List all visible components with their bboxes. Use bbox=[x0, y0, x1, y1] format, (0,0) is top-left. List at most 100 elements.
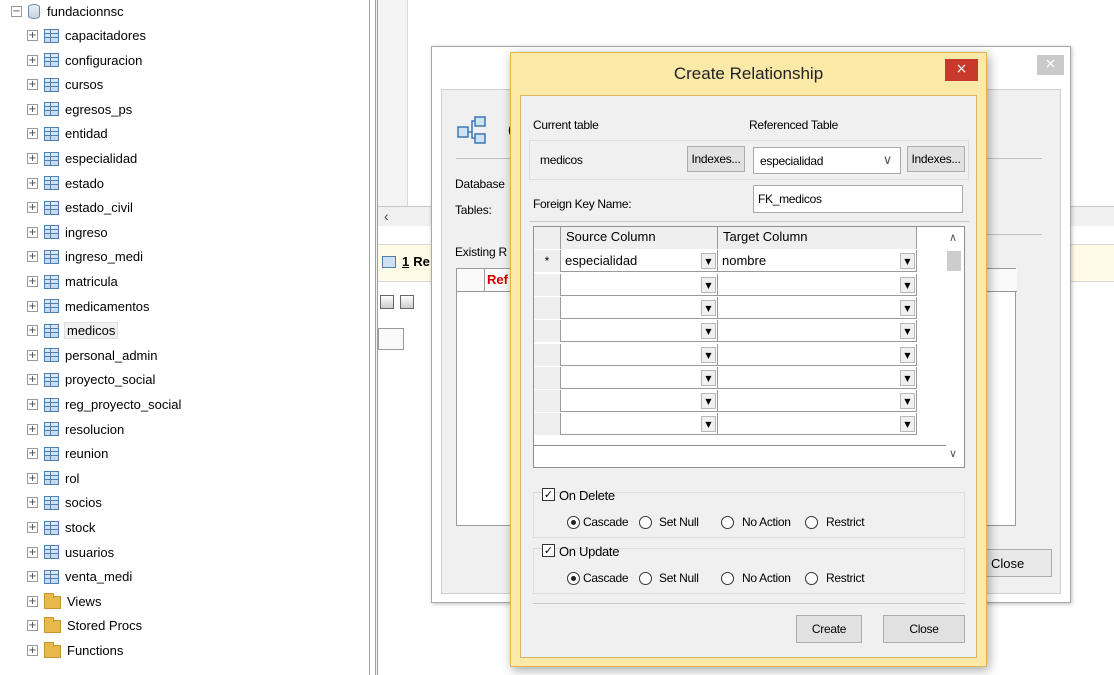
dropdown-arrow-icon[interactable]: ▼ bbox=[701, 416, 716, 433]
source-column-cell[interactable]: ▼ bbox=[561, 320, 718, 343]
row-selector[interactable] bbox=[534, 296, 561, 319]
expand-icon[interactable]: + bbox=[27, 54, 38, 66]
expand-icon[interactable]: + bbox=[27, 251, 38, 263]
dropdown-arrow-icon[interactable]: ▼ bbox=[900, 416, 915, 433]
dropdown-arrow-icon[interactable]: ▼ bbox=[701, 369, 716, 386]
expand-icon[interactable]: + bbox=[27, 546, 38, 558]
expand-icon[interactable]: + bbox=[27, 103, 38, 115]
expand-icon[interactable]: + bbox=[27, 202, 38, 214]
source-column-cell[interactable]: especialidad ▼ bbox=[561, 250, 718, 273]
expand-icon[interactable]: + bbox=[27, 153, 38, 164]
dropdown-arrow-icon[interactable]: ▼ bbox=[900, 323, 915, 340]
tree-item-table[interactable]: + egresos_ps bbox=[27, 97, 132, 122]
tree-item-table[interactable]: + proyecto_social bbox=[27, 367, 155, 392]
expand-icon[interactable]: + bbox=[27, 128, 38, 140]
export-icon[interactable] bbox=[380, 295, 394, 309]
tree-item-table[interactable]: + rol bbox=[27, 466, 79, 491]
tree-item-table[interactable]: + entidad bbox=[27, 121, 108, 146]
source-column-cell[interactable]: ▼ bbox=[561, 413, 718, 436]
row-selector[interactable] bbox=[534, 273, 561, 296]
grid-row[interactable]: ▼ ▼ bbox=[534, 296, 917, 319]
expand-icon[interactable]: + bbox=[27, 79, 38, 91]
tree-item-table[interactable]: + especialidad bbox=[27, 146, 137, 171]
on-update-checkbox[interactable]: ✓ bbox=[542, 544, 555, 557]
tree-item-table[interactable]: + estado_civil bbox=[27, 195, 133, 220]
grid-row[interactable]: ▼ ▼ bbox=[534, 320, 917, 343]
back-close-button[interactable]: Close bbox=[980, 549, 1052, 577]
target-column-cell[interactable]: ▼ bbox=[718, 366, 917, 389]
grid-row[interactable]: ▼ ▼ bbox=[534, 366, 917, 389]
fk-name-input[interactable] bbox=[753, 185, 963, 213]
expand-icon[interactable]: + bbox=[27, 620, 38, 632]
expand-icon[interactable]: + bbox=[27, 571, 38, 583]
dropdown-arrow-icon[interactable]: ▼ bbox=[701, 253, 716, 270]
copy-icon[interactable] bbox=[400, 295, 414, 309]
source-column-cell[interactable]: ▼ bbox=[561, 343, 718, 366]
expand-icon[interactable]: + bbox=[27, 472, 38, 484]
source-column-cell[interactable]: ▼ bbox=[561, 390, 718, 413]
row-selector[interactable]: * bbox=[534, 250, 561, 273]
tree-item-table[interactable]: + personal_admin bbox=[27, 343, 158, 368]
target-column-cell[interactable]: ▼ bbox=[718, 296, 917, 319]
collapse-icon[interactable]: − bbox=[11, 6, 22, 17]
dropdown-arrow-icon[interactable]: ▼ bbox=[701, 393, 716, 410]
tree-item-folder[interactable]: + Functions bbox=[27, 638, 123, 663]
source-column-cell[interactable]: ▼ bbox=[561, 273, 718, 296]
on-delete-radio-restrict[interactable] bbox=[805, 516, 818, 529]
source-column-cell[interactable]: ▼ bbox=[561, 296, 718, 319]
row-selector[interactable] bbox=[534, 390, 561, 413]
results-tab[interactable]: 1 Re bbox=[382, 254, 430, 269]
target-column-cell[interactable]: ▼ bbox=[718, 343, 917, 366]
expand-icon[interactable]: + bbox=[27, 325, 38, 337]
expand-icon[interactable]: + bbox=[27, 177, 38, 189]
dropdown-arrow-icon[interactable]: ▼ bbox=[900, 299, 915, 316]
row-selector[interactable] bbox=[534, 320, 561, 343]
expand-icon[interactable]: + bbox=[27, 226, 38, 238]
tree-item-table[interactable]: + stock bbox=[27, 515, 95, 540]
expand-icon[interactable]: + bbox=[27, 497, 38, 509]
tree-item-table[interactable]: + usuarios bbox=[27, 540, 114, 565]
scroll-up-icon[interactable]: ∧ bbox=[949, 231, 957, 244]
target-column-cell[interactable]: ▼ bbox=[718, 390, 917, 413]
tree-item-table[interactable]: + medicos bbox=[27, 318, 119, 343]
row-selector[interactable] bbox=[534, 366, 561, 389]
grid-row[interactable]: ▼ ▼ bbox=[534, 413, 917, 436]
dialog-close-icon[interactable]: × bbox=[945, 59, 978, 81]
on-delete-checkbox[interactable]: ✓ bbox=[542, 488, 555, 501]
create-button[interactable]: Create bbox=[796, 615, 862, 643]
grid-row[interactable]: * especialidad ▼ nombre ▼ bbox=[534, 250, 917, 273]
referenced-table-select[interactable]: especialidad ∨ bbox=[753, 147, 901, 174]
source-column-cell[interactable]: ▼ bbox=[561, 366, 718, 389]
scroll-thumb[interactable] bbox=[947, 251, 961, 271]
tree-item-table[interactable]: + cursos bbox=[27, 72, 103, 97]
dropdown-arrow-icon[interactable]: ▼ bbox=[900, 276, 915, 293]
expand-icon[interactable]: + bbox=[27, 399, 38, 410]
scroll-left-icon[interactable]: ‹ bbox=[384, 208, 389, 224]
target-column-cell[interactable]: ▼ bbox=[718, 413, 917, 436]
row-selector[interactable] bbox=[534, 343, 561, 366]
dropdown-arrow-icon[interactable]: ▼ bbox=[900, 253, 915, 270]
dropdown-arrow-icon[interactable]: ▼ bbox=[701, 323, 716, 340]
expand-icon[interactable]: + bbox=[27, 522, 38, 533]
expand-icon[interactable]: + bbox=[27, 276, 38, 287]
on-delete-radio-no-action[interactable] bbox=[721, 516, 734, 529]
column-mapping-grid[interactable]: Source Column Target Column * especialidad ▼… bbox=[533, 226, 965, 468]
tree-item-table[interactable]: + resolucion bbox=[27, 417, 124, 442]
tree-item-database[interactable]: − fundacionnsc bbox=[11, 0, 124, 24]
target-column-cell[interactable]: ▼ bbox=[718, 320, 917, 343]
tree-item-table[interactable]: + reg_proyecto_social bbox=[27, 392, 181, 417]
expand-icon[interactable]: + bbox=[27, 30, 38, 41]
on-delete-radio-set-null[interactable] bbox=[639, 516, 652, 529]
on-update-radio-cascade[interactable] bbox=[567, 572, 580, 585]
target-column-cell[interactable]: ▼ bbox=[718, 273, 917, 296]
expand-icon[interactable]: + bbox=[27, 448, 38, 460]
on-update-radio-no-action[interactable] bbox=[721, 572, 734, 585]
expand-icon[interactable]: + bbox=[27, 423, 38, 435]
expand-icon[interactable]: + bbox=[27, 349, 38, 361]
tree-item-table[interactable]: + matricula bbox=[27, 269, 118, 294]
dropdown-arrow-icon[interactable]: ▼ bbox=[701, 276, 716, 293]
tree-item-table[interactable]: + ingreso_medi bbox=[27, 244, 143, 269]
on-update-radio-set-null[interactable] bbox=[639, 572, 652, 585]
on-update-radio-restrict[interactable] bbox=[805, 572, 818, 585]
dropdown-arrow-icon[interactable]: ▼ bbox=[900, 346, 915, 363]
